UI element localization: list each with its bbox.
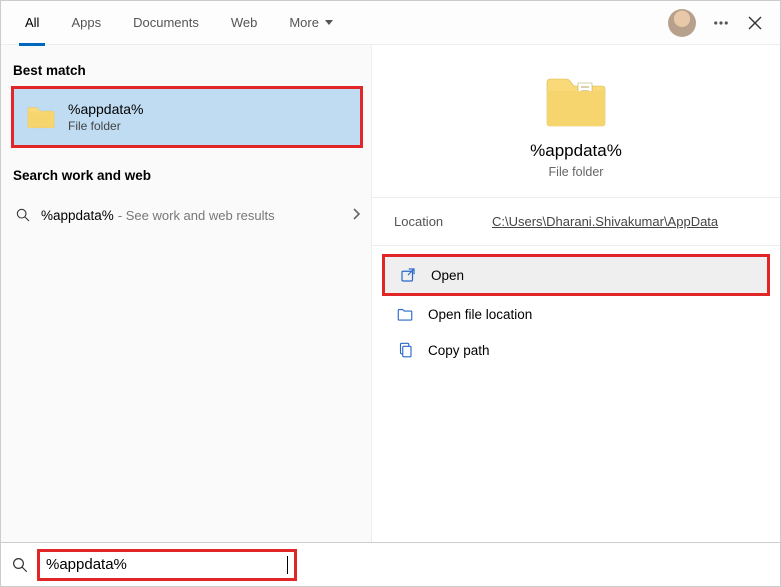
preview-panel: %appdata% File folder Location C:\Users\… bbox=[371, 45, 780, 542]
action-open-loc-label: Open file location bbox=[428, 307, 532, 322]
user-avatar[interactable] bbox=[668, 9, 696, 37]
more-horizontal-icon bbox=[712, 14, 730, 32]
tab-more-label: More bbox=[289, 15, 319, 30]
text-caret bbox=[287, 556, 288, 574]
best-match-title: %appdata% bbox=[68, 101, 144, 117]
search-work-web-header: Search work and web bbox=[11, 162, 371, 191]
search-filter-tabs: All Apps Documents Web More bbox=[1, 1, 780, 45]
search-input[interactable] bbox=[46, 556, 287, 573]
best-match-subtitle: File folder bbox=[68, 119, 144, 133]
search-icon bbox=[15, 207, 31, 223]
search-input-highlight bbox=[37, 549, 297, 581]
copy-icon bbox=[396, 341, 414, 359]
tab-web[interactable]: Web bbox=[215, 1, 274, 45]
tab-all[interactable]: All bbox=[9, 1, 55, 45]
search-bar bbox=[1, 542, 780, 586]
open-icon bbox=[399, 266, 417, 284]
tab-apps[interactable]: Apps bbox=[55, 1, 117, 45]
search-icon bbox=[11, 556, 29, 574]
preview-meta: Location C:\Users\Dharani.Shivakumar\App… bbox=[372, 197, 780, 246]
meta-location-label: Location bbox=[394, 214, 464, 229]
best-match-result[interactable]: %appdata% File folder bbox=[11, 86, 363, 148]
preview-actions: Open Open file location Copy path bbox=[372, 246, 780, 376]
action-copy-label: Copy path bbox=[428, 343, 490, 358]
sw-term: %appdata% bbox=[41, 208, 114, 223]
action-open-file-location[interactable]: Open file location bbox=[382, 296, 770, 332]
overflow-button[interactable] bbox=[704, 6, 738, 40]
chevron-right-icon bbox=[351, 207, 361, 223]
tab-more[interactable]: More bbox=[273, 1, 349, 45]
chevron-down-icon bbox=[325, 20, 333, 25]
search-work-web-result[interactable]: %appdata% - See work and web results bbox=[11, 197, 371, 233]
sw-sub: - See work and web results bbox=[118, 208, 275, 223]
preview-title: %appdata% bbox=[530, 141, 622, 161]
close-button[interactable] bbox=[738, 6, 772, 40]
folder-open-icon bbox=[396, 305, 414, 323]
folder-icon bbox=[544, 73, 608, 129]
preview-subtitle: File folder bbox=[549, 165, 604, 179]
action-copy-path[interactable]: Copy path bbox=[382, 332, 770, 368]
action-open[interactable]: Open bbox=[382, 254, 770, 296]
close-icon bbox=[748, 16, 762, 30]
best-match-header: Best match bbox=[11, 57, 371, 86]
action-open-label: Open bbox=[431, 268, 464, 283]
folder-icon bbox=[26, 105, 56, 129]
results-panel: Best match %appdata% File folder Search … bbox=[1, 45, 371, 542]
meta-location-value[interactable]: C:\Users\Dharani.Shivakumar\AppData bbox=[492, 214, 718, 229]
tab-documents[interactable]: Documents bbox=[117, 1, 215, 45]
